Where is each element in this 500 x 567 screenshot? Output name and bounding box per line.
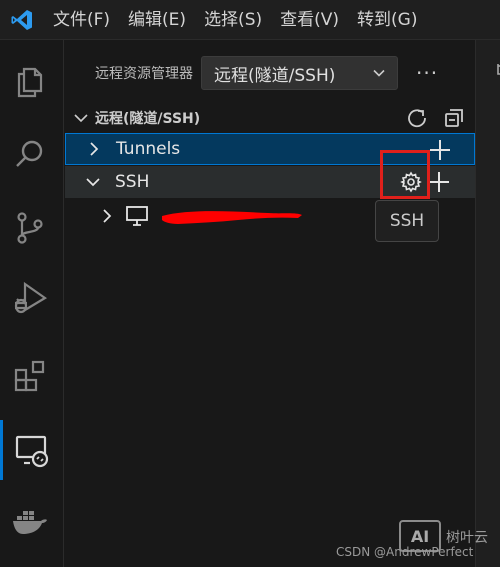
chevron-right-icon xyxy=(99,208,115,224)
menu-selection[interactable]: 选择(S) xyxy=(195,0,271,40)
watermark-text: CSDN @AndrewPerfect xyxy=(336,545,474,559)
collapse-all-icon[interactable] xyxy=(443,107,465,129)
vscode-logo-icon[interactable] xyxy=(0,0,44,40)
run-debug-icon[interactable] xyxy=(0,268,60,328)
chevron-down-icon xyxy=(371,65,387,81)
remote-explorer-icon[interactable] xyxy=(0,420,60,480)
more-actions-icon[interactable]: ··· xyxy=(416,61,438,85)
menu-view[interactable]: 查看(V) xyxy=(271,0,348,40)
menu-bar: 文件(F) 编辑(E) 选择(S) 查看(V) 转到(G) xyxy=(0,0,500,40)
refresh-icon[interactable] xyxy=(406,107,428,129)
menu-file[interactable]: 文件(F) xyxy=(44,0,119,40)
extensions-icon[interactable] xyxy=(0,346,60,406)
menu-edit[interactable]: 编辑(E) xyxy=(119,0,195,40)
source-control-icon[interactable] xyxy=(0,198,60,258)
add-ssh-host-icon[interactable] xyxy=(427,170,451,194)
section-title: 远程(隧道/SSH) xyxy=(95,111,201,127)
remote-type-value: 远程(隧道/SSH) xyxy=(214,65,336,86)
editor-edge xyxy=(475,40,500,567)
sidebar-title: 远程资源管理器 xyxy=(95,66,193,82)
ssh-tooltip: SSH xyxy=(375,200,439,242)
remote-explorer-sidebar: 远程资源管理器 远程(隧道/SSH) ··· 远程(隧道/SSH) Tunnel… xyxy=(65,40,475,567)
chevron-right-icon xyxy=(86,141,102,157)
explorer-icon[interactable] xyxy=(0,52,60,112)
tooltip-text: SSH xyxy=(389,211,425,231)
activity-bar xyxy=(0,40,64,567)
search-icon[interactable] xyxy=(0,124,60,184)
menu-go[interactable]: 转到(G) xyxy=(348,0,426,40)
chevron-down-icon xyxy=(73,110,89,126)
section-header[interactable]: 远程(隧道/SSH) xyxy=(65,104,475,132)
redacted-hostname xyxy=(158,206,304,230)
ssh-label: SSH xyxy=(115,172,150,192)
remote-type-select[interactable]: 远程(隧道/SSH) xyxy=(201,56,398,90)
watermark-brand: 树叶云 xyxy=(446,530,488,546)
docker-icon[interactable] xyxy=(0,492,60,552)
sidebar-header: 远程资源管理器 远程(隧道/SSH) ··· xyxy=(65,54,475,92)
add-tunnel-icon[interactable] xyxy=(428,138,452,162)
monitor-icon xyxy=(125,205,149,227)
chevron-down-icon xyxy=(85,174,101,190)
highlight-box xyxy=(380,150,430,199)
tunnels-label: Tunnels xyxy=(116,139,181,159)
